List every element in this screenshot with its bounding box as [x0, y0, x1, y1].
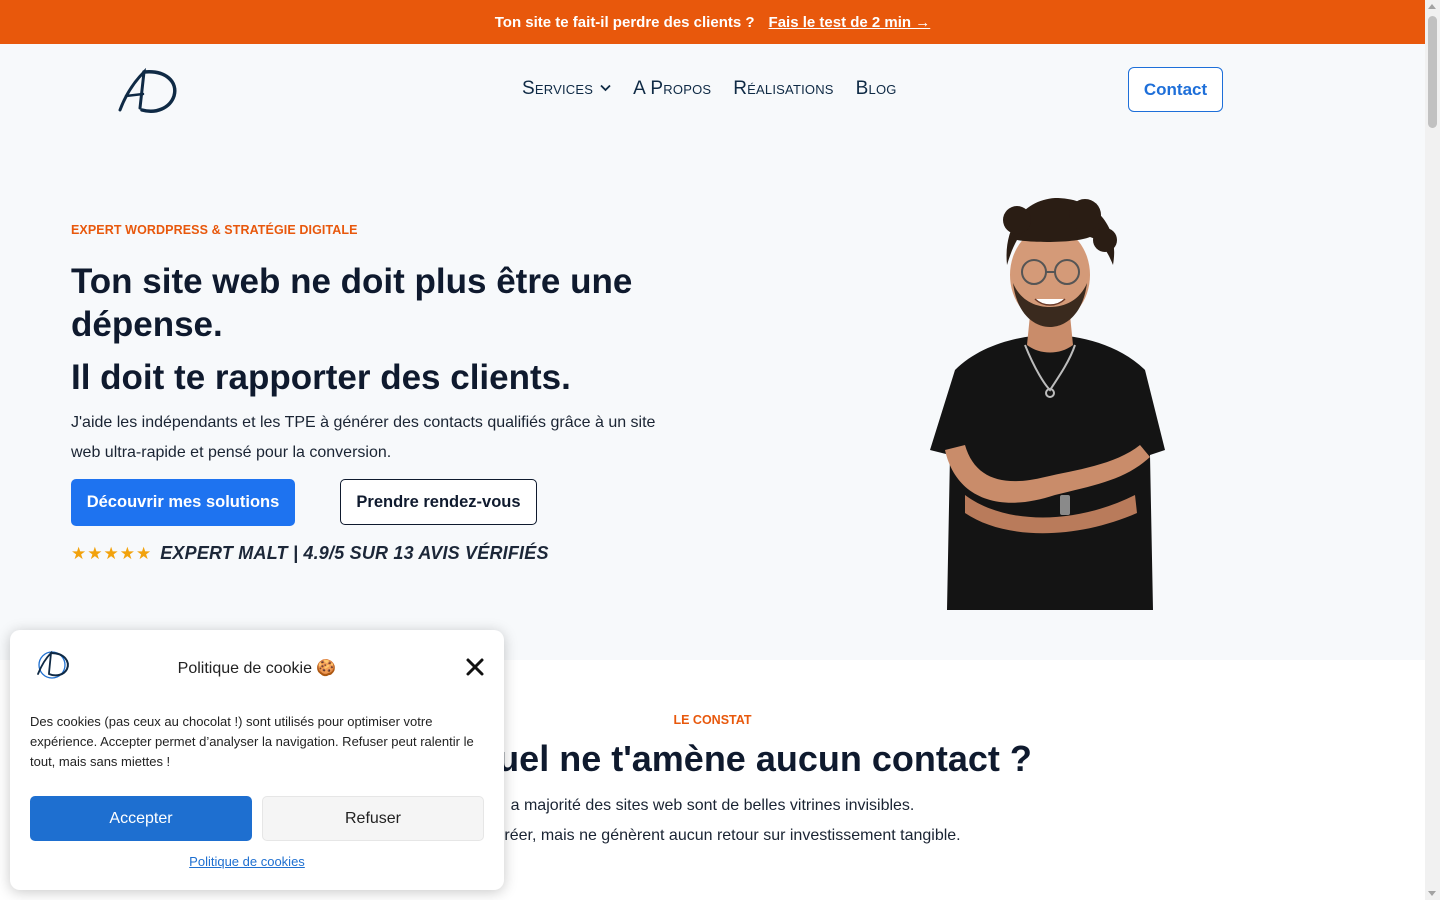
hero-eyebrow: EXPERT WORDPRESS & STRATÉGIE DIGITALE [71, 223, 358, 237]
nav-item-services[interactable]: Services [522, 78, 611, 100]
site-header: Services A Propos Réalisations Blog Cont… [0, 44, 1425, 140]
cookie-policy-link[interactable]: Politique de cookies [10, 854, 484, 869]
nav-item-label: A Propos [633, 78, 712, 99]
scroll-down-icon[interactable] [1428, 891, 1436, 896]
chevron-down-icon [600, 83, 611, 95]
cookie-consent-dialog: Politique de cookie 🍪 Des cookies (pas c… [10, 630, 504, 890]
close-icon[interactable] [464, 656, 486, 678]
rating-row: ★★★★★ EXPERT MALT | 4.9/5 SUR 13 AVIS VÉ… [71, 543, 549, 564]
promo-banner-link[interactable]: Fais le test de 2 min → [769, 14, 931, 31]
discover-solutions-button[interactable]: Découvrir mes solutions [71, 479, 295, 526]
rating-stars-icon: ★★★★★ [71, 543, 153, 563]
contact-button[interactable]: Contact [1128, 67, 1223, 112]
nav-item-a-propos[interactable]: A Propos [633, 78, 711, 100]
nav-item-label: Services [522, 78, 594, 99]
hero-lead: J'aide les indépendants et les TPE à gén… [71, 414, 656, 461]
scrollbar-thumb[interactable] [1428, 16, 1437, 128]
accept-cookies-button[interactable]: Accepter [30, 796, 252, 841]
nav-item-label: Réalisations [733, 78, 834, 99]
nav-item-label: Blog [855, 78, 897, 99]
hero-title-line2: Il doit te rapporter des clients. [71, 358, 571, 397]
site-logo[interactable] [116, 64, 180, 118]
hero-section: EXPERT WORDPRESS & STRATÉGIE DIGITALE To… [0, 140, 1425, 660]
rating-text: EXPERT MALT | 4.9/5 SUR 13 AVIS VÉRIFIÉS [160, 543, 549, 563]
cookie-dialog-title: Politique de cookie 🍪 [177, 660, 337, 677]
promo-banner-text: Ton site te fait-il perdre des clients ? [494, 13, 755, 31]
refuse-cookies-button[interactable]: Refuser [262, 796, 484, 841]
nav-item-blog[interactable]: Blog [856, 78, 897, 100]
page-scrollbar[interactable] [1425, 0, 1440, 900]
scroll-up-icon[interactable] [1428, 4, 1436, 9]
nav-item-realisations[interactable]: Réalisations [733, 78, 833, 100]
promo-banner: Ton site te fait-il perdre des clients ?… [0, 0, 1425, 44]
portrait-image [930, 198, 1165, 610]
hero-title-line1: Ton site web ne doit plus être une dépen… [71, 262, 633, 344]
cookie-dialog-text: Des cookies (pas ceux au chocolat !) son… [30, 714, 474, 769]
book-appointment-button[interactable]: Prendre rendez-vous [340, 479, 537, 525]
main-nav: Services A Propos Réalisations Blog [522, 78, 897, 100]
